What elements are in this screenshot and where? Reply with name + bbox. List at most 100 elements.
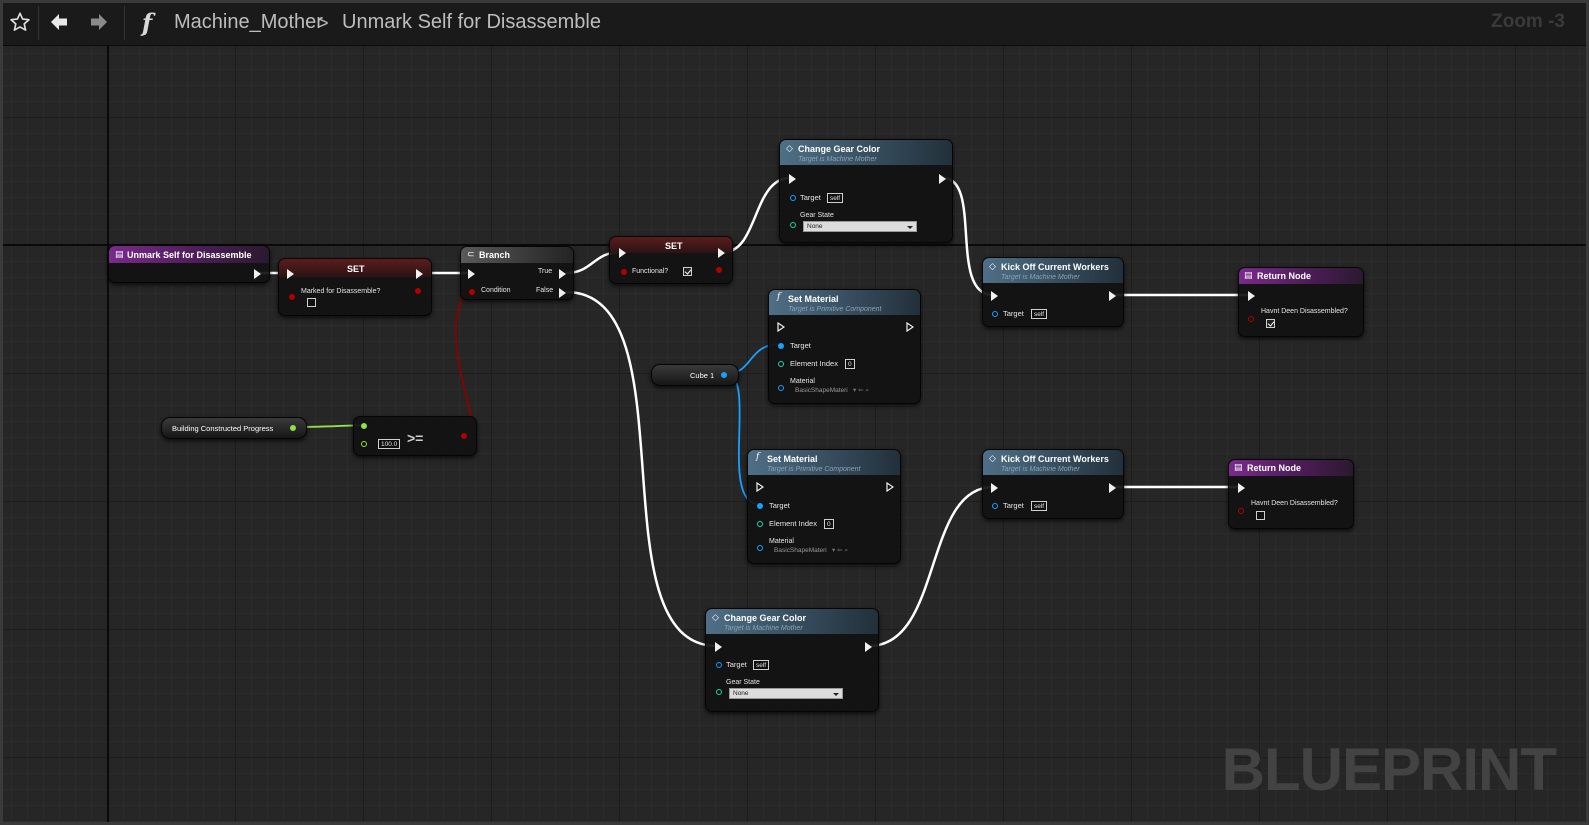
back-arrow-icon[interactable] <box>46 9 72 35</box>
gear-state-pin[interactable] <box>716 689 722 695</box>
gear-state-pin[interactable] <box>790 222 796 228</box>
node-title: Kick Off Current Workers <box>1001 454 1109 464</box>
exec-false-pin[interactable] <box>559 288 566 298</box>
target-label: Target <box>800 193 821 202</box>
bool-in-pin[interactable] <box>621 269 627 275</box>
function-entry-node[interactable]: ▤ Unmark Self for Disassemble <box>108 245 270 283</box>
exec-true-pin[interactable] <box>559 269 566 279</box>
set-material-node[interactable]: f Set Material Target is Primitive Compo… <box>747 449 901 564</box>
compare-value[interactable]: 100.0 <box>378 439 401 449</box>
set-node[interactable]: SET Functional? <box>609 236 733 284</box>
breadcrumb-blueprint[interactable]: Machine_Mother <box>174 11 323 34</box>
bool-in-pin[interactable] <box>1248 316 1254 322</box>
gear-state-dropdown[interactable]: None <box>729 688 843 699</box>
kick-off-workers-node[interactable]: ◇ Kick Off Current Workers Target is Mac… <box>982 257 1124 327</box>
material-value[interactable]: BasicShapeMateri <box>795 387 848 394</box>
node-title: SET <box>665 241 683 251</box>
exec-in-pin[interactable] <box>1238 483 1245 493</box>
gear-state-dropdown[interactable]: None <box>803 221 917 232</box>
material-value[interactable]: BasicShapeMateri <box>774 547 827 554</box>
material-pin[interactable] <box>778 385 784 391</box>
star-icon[interactable] <box>7 9 33 35</box>
exec-in-pin[interactable] <box>777 322 785 332</box>
cube-variable-node[interactable]: Cube 1 <box>651 364 739 386</box>
forward-arrow-icon[interactable] <box>86 9 112 35</box>
branch-node[interactable]: ⊂ Branch Condition True False <box>460 246 574 300</box>
true-label: True <box>538 268 553 275</box>
exec-in-pin[interactable] <box>287 269 294 279</box>
element-index-pin[interactable] <box>778 361 784 367</box>
node-subtitle: Target is Primitive Component <box>788 306 882 313</box>
marked-checkbox[interactable] <box>307 298 316 307</box>
graph-canvas[interactable]: ▤ Unmark Self for Disassemble SET Marked… <box>3 46 1586 822</box>
target-pin[interactable] <box>757 503 763 509</box>
false-label: False <box>536 287 554 294</box>
target-pin[interactable] <box>716 662 722 668</box>
compare-node[interactable]: 100.0 >= <box>353 416 477 456</box>
exec-in-pin[interactable] <box>991 291 998 301</box>
function-entry-icon: ▤ <box>115 249 124 259</box>
exec-out-pin[interactable] <box>886 482 894 492</box>
building-progress-variable-node[interactable]: Building Constructed Progress <box>161 417 307 439</box>
node-subtitle: Target is Machine Mother <box>724 625 803 632</box>
functional-checkbox[interactable] <box>683 267 692 276</box>
return-node[interactable]: ▤ Return Node Havnt Deen Disassembled? <box>1238 267 1364 337</box>
node-title: Unmark Self for Disassemble <box>127 250 252 260</box>
set-node[interactable]: SET Marked for Disassemble? <box>278 258 432 316</box>
branch-icon: ⊂ <box>467 249 475 259</box>
exec-out-pin[interactable] <box>416 269 423 279</box>
bool-wire <box>454 290 473 437</box>
breadcrumb-function: Unmark Self for Disassemble <box>342 11 601 33</box>
material-browse-icon[interactable]: ▾ ⇐ ⌕ <box>832 546 848 555</box>
change-gear-color-node[interactable]: ◇ Change Gear Color Target is Machine Mo… <box>779 139 953 243</box>
exec-out-pin[interactable] <box>1109 291 1116 301</box>
exec-in-pin[interactable] <box>468 269 475 279</box>
element-index-value[interactable]: 0 <box>845 359 855 369</box>
float-in-pin-a[interactable] <box>361 423 367 429</box>
exec-out-pin[interactable] <box>718 248 725 258</box>
target-pin[interactable] <box>790 195 796 201</box>
node-title: Branch <box>479 250 511 260</box>
float-in-pin-b[interactable] <box>361 441 367 447</box>
exec-in-pin[interactable] <box>789 174 796 184</box>
exec-in-pin[interactable] <box>715 642 722 652</box>
material-pin[interactable] <box>757 545 763 551</box>
exec-out-pin[interactable] <box>939 174 946 184</box>
bool-in-pin[interactable] <box>1238 508 1244 514</box>
target-pin[interactable] <box>778 343 784 349</box>
exec-out-pin[interactable] <box>906 322 914 332</box>
set-material-node[interactable]: f Set Material Target is Primitive Compo… <box>768 289 921 404</box>
target-value: self <box>753 660 770 670</box>
bool-in-pin[interactable] <box>289 294 295 300</box>
bool-out-pin[interactable] <box>415 288 421 294</box>
object-out-pin[interactable] <box>721 372 727 378</box>
exec-out-pin[interactable] <box>865 642 872 652</box>
exec-in-pin[interactable] <box>991 483 998 493</box>
exec-in-pin[interactable] <box>1248 291 1255 301</box>
change-gear-color-node[interactable]: ◇ Change Gear Color Target is Machine Mo… <box>705 608 879 712</box>
kick-off-workers-node[interactable]: ◇ Kick Off Current Workers Target is Mac… <box>982 449 1124 519</box>
float-out-pin[interactable] <box>290 425 296 431</box>
function-call-icon: ◇ <box>786 143 793 153</box>
exec-in-pin[interactable] <box>619 248 626 258</box>
condition-pin[interactable] <box>469 289 475 295</box>
node-title: Return Node <box>1247 463 1301 473</box>
breadcrumb-separator: > <box>318 13 329 33</box>
function-icon: f <box>134 8 160 37</box>
element-index-value[interactable]: 0 <box>824 519 834 529</box>
bool-out-pin[interactable] <box>461 433 467 439</box>
element-index-pin[interactable] <box>757 521 763 527</box>
bool-out-pin[interactable] <box>716 267 722 273</box>
return-node[interactable]: ▤ Return Node Havnt Deen Disassembled? <box>1228 459 1354 529</box>
return-checkbox[interactable] <box>1266 319 1275 328</box>
return-checkbox[interactable] <box>1256 511 1265 520</box>
target-pin[interactable] <box>992 503 998 509</box>
material-browse-icon[interactable]: ▾ ⇐ ⌕ <box>853 386 869 395</box>
exec-out-pin[interactable] <box>254 269 261 279</box>
exec-out-pin[interactable] <box>1109 483 1116 493</box>
function-call-icon: ◇ <box>989 453 996 463</box>
function-call-icon: ◇ <box>989 261 996 271</box>
target-pin[interactable] <box>992 311 998 317</box>
toolbar-divider <box>38 6 39 40</box>
exec-in-pin[interactable] <box>756 482 764 492</box>
